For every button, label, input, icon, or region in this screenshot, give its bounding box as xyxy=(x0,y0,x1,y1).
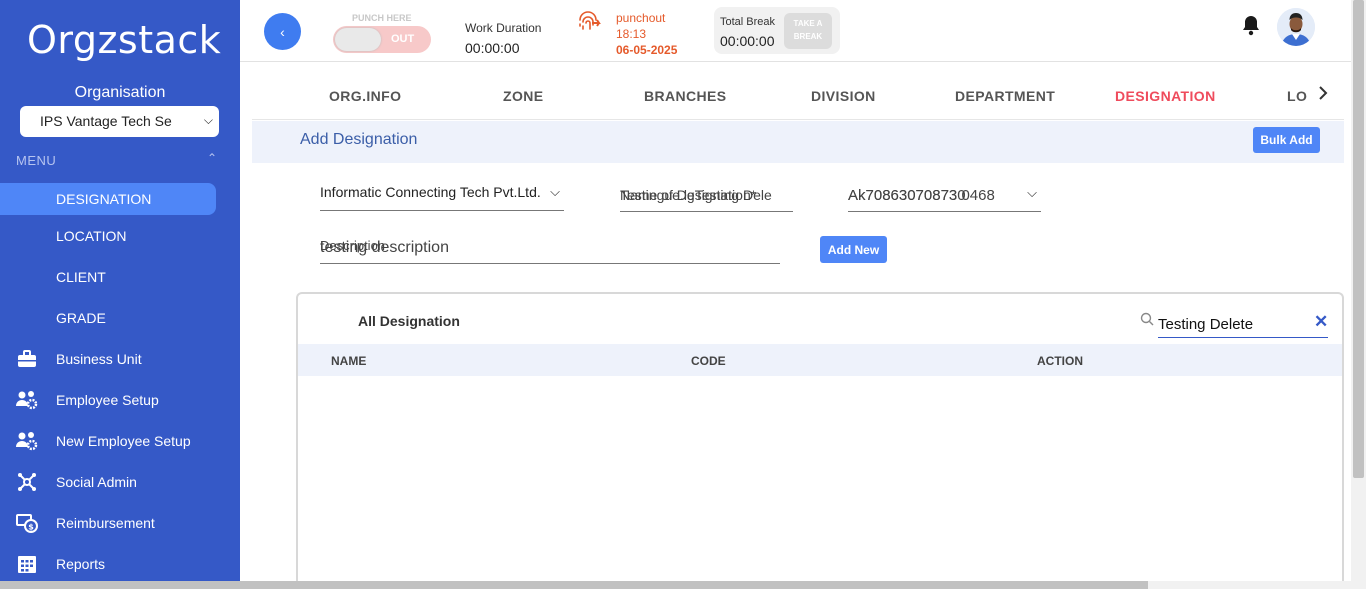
organisation-select[interactable]: IPS Vantage Tech Se ⌵ xyxy=(20,106,219,137)
sidebar-item-designation[interactable]: DESIGNATION xyxy=(0,183,216,215)
sidebar-item-label: Employee Setup xyxy=(56,392,159,408)
search-icon xyxy=(1140,312,1154,331)
tab-divider xyxy=(252,119,1344,120)
chevron-right-icon[interactable] xyxy=(1318,86,1328,105)
vertical-scrollbar[interactable] xyxy=(1351,0,1366,589)
total-break-label: Total Break xyxy=(720,16,776,28)
total-break-value: 00:00:00 xyxy=(720,33,775,49)
sidebar: Orgzstack Organisation IPS Vantage Tech … xyxy=(0,0,240,581)
sidebar-item-label: Reports xyxy=(56,556,106,572)
sidebar-item-client[interactable]: CLIENT xyxy=(0,261,216,293)
sidebar-item-label: Reimbursement xyxy=(56,515,155,531)
company-select-value: Informatic Connecting Tech Pvt.Ltd. xyxy=(320,184,541,200)
app-logo: Orgzstack xyxy=(27,18,222,62)
users-gear-icon xyxy=(16,430,38,452)
briefcase-icon xyxy=(16,348,38,370)
description-value: testing description xyxy=(320,239,449,256)
sidebar-item-grade[interactable]: GRADE xyxy=(0,302,216,334)
column-header-code[interactable]: CODE xyxy=(691,354,726,368)
sidebar-item-location[interactable]: LOCATION xyxy=(0,220,216,252)
sidebar-item-label: GRADE xyxy=(56,310,106,326)
top-bar: ‹ PUNCH HERE OUT Work Duration 00:00:00 … xyxy=(240,0,1351,62)
horizontal-scrollbar[interactable] xyxy=(0,581,1351,589)
column-header-action: ACTION xyxy=(1037,354,1083,368)
designation-name-value: Testingue.lgTesting Dele xyxy=(620,187,772,203)
column-header-name[interactable]: NAME xyxy=(331,354,366,368)
tab-bar: ORG.INFO ZONE BRANCHES DIVISION DEPARTME… xyxy=(252,78,1342,118)
punch-toggle[interactable]: OUT xyxy=(333,26,431,53)
back-button[interactable]: ‹ xyxy=(264,13,301,50)
punch-state-label: OUT xyxy=(391,33,415,45)
users-gear-icon xyxy=(16,389,38,411)
description-field[interactable]: Description testing description xyxy=(320,236,780,264)
avatar[interactable] xyxy=(1277,8,1315,46)
take-break-button[interactable]: TAKE A BREAK xyxy=(784,13,832,49)
table-header: NAME CODE ACTION xyxy=(298,344,1342,376)
fingerprint-icon xyxy=(576,10,604,41)
sidebar-item-label: DESIGNATION xyxy=(56,191,152,207)
calendar-grid-icon xyxy=(16,553,38,575)
tab-department[interactable]: DEPARTMENT xyxy=(955,88,1055,104)
designation-code-field[interactable]: Ak708630708730 Ak70863070873 0468 ⌵ xyxy=(848,185,1041,212)
sidebar-item-new-employee-setup[interactable]: New Employee Setup xyxy=(0,425,216,457)
bulk-add-button[interactable]: Bulk Add xyxy=(1253,127,1320,153)
search-box xyxy=(1140,312,1328,338)
sidebar-item-social-admin[interactable]: Social Admin xyxy=(0,466,216,498)
sidebar-item-label: Business Unit xyxy=(56,351,142,367)
bell-icon[interactable] xyxy=(1241,14,1261,41)
sidebar-item-label: CLIENT xyxy=(56,269,106,285)
menu-label: MENU xyxy=(16,153,57,168)
tab-branches[interactable]: BRANCHES xyxy=(644,88,727,104)
vertical-scroll-thumb[interactable] xyxy=(1353,0,1364,478)
chevron-up-icon[interactable]: ⌃ xyxy=(207,151,217,165)
sidebar-item-reimbursement[interactable]: $ Reimbursement xyxy=(0,507,216,539)
punchout-time: 18:13 xyxy=(616,27,647,41)
chevron-down-icon: ⌵ xyxy=(199,113,213,128)
tab-zone[interactable]: ZONE xyxy=(503,88,544,104)
tab-org-info[interactable]: ORG.INFO xyxy=(329,88,401,104)
punch-here-label: PUNCH HERE xyxy=(352,13,412,23)
network-icon xyxy=(16,471,38,493)
take-break-line2: BREAK xyxy=(793,32,823,41)
money-refresh-icon: $ xyxy=(16,512,38,534)
sidebar-item-label: Social Admin xyxy=(56,474,137,490)
organisation-select-value: IPS Vantage Tech Se xyxy=(40,113,172,129)
section-title: Add Designation xyxy=(300,131,418,148)
add-new-button[interactable]: Add New xyxy=(820,236,887,263)
close-icon[interactable]: ✕ xyxy=(1314,312,1328,332)
chevron-down-icon: ⌵ xyxy=(1027,185,1037,200)
designation-name-field[interactable]: Name of Designation* Testingue.lgTesting… xyxy=(620,185,793,212)
section-header: Add Designation Bulk Add xyxy=(252,121,1344,163)
toggle-knob xyxy=(335,28,381,51)
tab-division[interactable]: DIVISION xyxy=(811,88,876,104)
sidebar-item-label: New Employee Setup xyxy=(56,433,191,449)
punchout-label: punchout xyxy=(616,11,666,25)
designation-code-value: Ak70863070873 0468 xyxy=(848,187,995,204)
punchout-date: 06-05-2025 xyxy=(616,43,678,57)
tab-designation[interactable]: DESIGNATION xyxy=(1115,88,1216,104)
work-duration-label: Work Duration xyxy=(465,21,542,35)
sidebar-item-business-unit[interactable]: Business Unit xyxy=(0,343,216,375)
horizontal-scroll-thumb[interactable] xyxy=(0,581,1148,589)
sidebar-item-label: LOCATION xyxy=(56,228,127,244)
sidebar-item-employee-setup[interactable]: Employee Setup xyxy=(0,384,216,416)
sidebar-item-reports[interactable]: Reports xyxy=(0,548,216,580)
tab-location[interactable]: LO xyxy=(1287,88,1307,104)
company-select[interactable]: Informatic Connecting Tech Pvt.Ltd. ⌵ xyxy=(320,184,564,211)
chevron-down-icon: ⌵ xyxy=(550,184,560,199)
designation-table-card: All Designation ✕ NAME CODE ACTION xyxy=(296,292,1344,589)
organisation-label: Organisation xyxy=(74,84,166,101)
table-title: All Designation xyxy=(358,313,460,329)
punchout-info: punchout 18:13 06-05-2025 xyxy=(616,10,677,58)
svg-text:$: $ xyxy=(28,523,34,532)
take-break-line1: TAKE A xyxy=(793,19,823,28)
break-panel: Total Break 00:00:00 TAKE A BREAK xyxy=(714,7,840,54)
search-input[interactable] xyxy=(1158,312,1328,338)
work-duration-value: 00:00:00 xyxy=(465,40,520,56)
